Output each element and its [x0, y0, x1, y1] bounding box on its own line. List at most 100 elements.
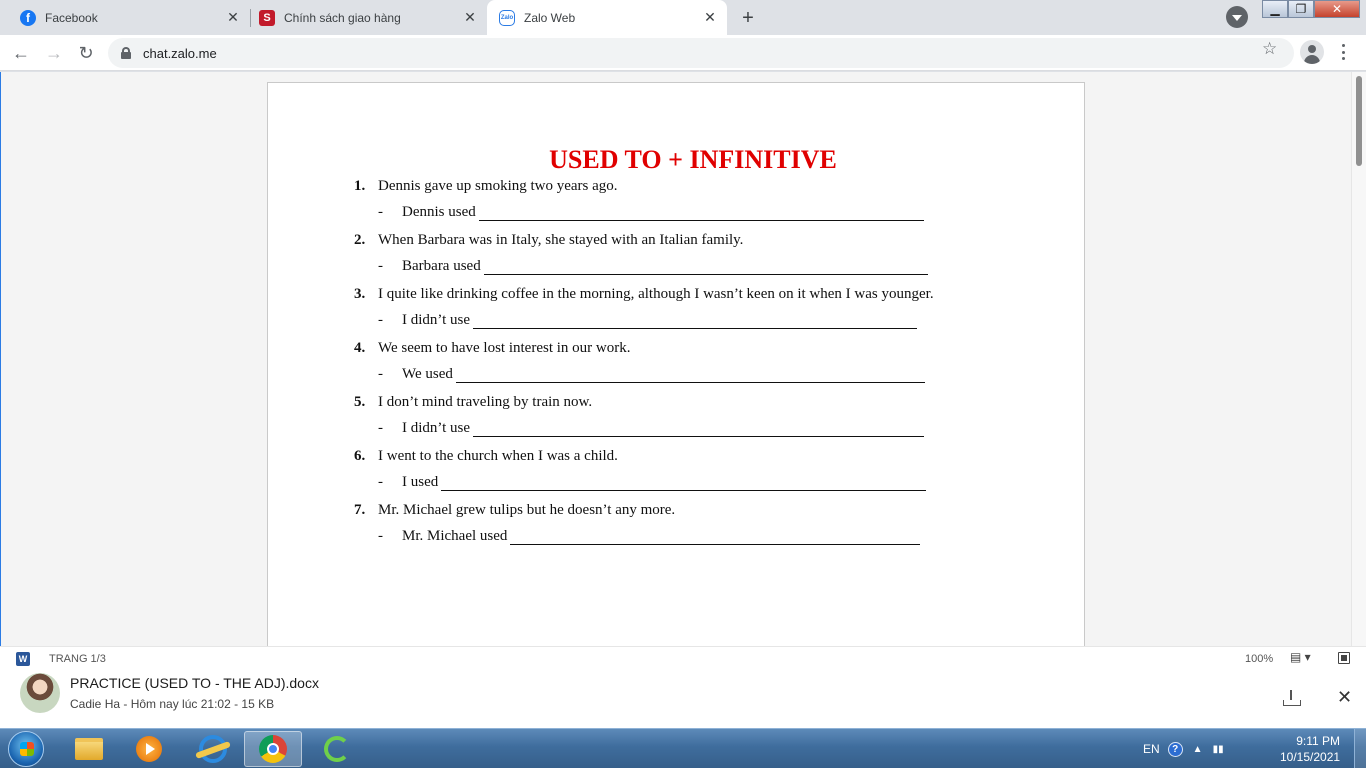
system-tray: EN ? ▲ ▮▮: [1143, 729, 1234, 768]
file-info-bar: PRACTICE (USED TO - THE ADJ).docx Cadie …: [0, 670, 1366, 728]
exercise-item: 1. Dennis gave up smoking two years ago.: [354, 178, 618, 195]
scrollbar-thumb[interactable]: [1356, 76, 1362, 166]
profile-avatar-icon[interactable]: [1300, 40, 1324, 64]
ie-taskbar-button[interactable]: [184, 731, 242, 767]
app-taskbar-button[interactable]: [308, 731, 366, 767]
address-bar[interactable]: chat.zalo.me: [108, 38, 1294, 68]
zalo-icon: Zalo: [499, 9, 515, 26]
close-viewer-icon[interactable]: ✕: [1337, 687, 1352, 708]
item-number: 1.: [354, 178, 366, 194]
answer-line: - I didn’t use: [378, 312, 918, 329]
close-icon[interactable]: ✕: [224, 9, 242, 27]
fullscreen-icon[interactable]: [1337, 651, 1351, 665]
word-doc-icon: W: [16, 652, 30, 666]
answer-blank: [455, 368, 925, 383]
s-brand-icon: S: [259, 9, 275, 26]
language-indicator[interactable]: EN: [1143, 742, 1160, 756]
back-arrow-icon[interactable]: ←: [8, 40, 34, 66]
item-sentence: We seem to have lost interest in our wor…: [378, 340, 631, 356]
answer-line: - We used: [378, 366, 925, 383]
reload-icon[interactable]: ↻: [73, 40, 99, 66]
answer-blank: [441, 476, 927, 491]
answer-dash: -: [378, 258, 383, 274]
start-button[interactable]: [8, 731, 44, 767]
maximize-button[interactable]: ❐: [1288, 0, 1314, 18]
forward-arrow-icon[interactable]: →: [41, 40, 67, 66]
tab-search-icon[interactable]: [1226, 6, 1248, 28]
explorer-taskbar-button[interactable]: [60, 731, 118, 767]
lock-icon[interactable]: [121, 47, 131, 59]
window-close-button[interactable]: ✕: [1314, 0, 1360, 18]
answer-line: - Dennis used: [378, 204, 924, 221]
page-indicator: TRANG 1/3: [49, 653, 106, 665]
item-number: 2.: [354, 232, 366, 248]
view-mode-icon[interactable]: ▤ ▾: [1290, 650, 1311, 664]
document-viewer: USED TO + INFINITIVE 1. Dennis gave up sm…: [0, 72, 1366, 646]
item-number: 3.: [354, 286, 366, 302]
sender-avatar[interactable]: [20, 673, 60, 713]
menu-kebab-icon[interactable]: [1336, 42, 1350, 62]
show-desktop-button[interactable]: [1354, 729, 1366, 768]
tab-title: Chính sách giao hàng: [284, 10, 401, 25]
item-sentence: When Barbara was in Italy, she stayed wi…: [378, 232, 744, 248]
browser-toolbar: ← → ↻ chat.zalo.me ☆: [0, 35, 1366, 71]
answer-prompt: We used: [402, 366, 453, 382]
windows-taskbar: EN ? ▲ ▮▮ 9:11 PM 10/15/2021: [0, 728, 1366, 768]
zoom-level[interactable]: 100%: [1245, 653, 1273, 665]
answer-blank: [473, 422, 925, 437]
answer-blank: [473, 314, 918, 329]
item-number: 6.: [354, 448, 366, 464]
new-tab-button[interactable]: +: [735, 5, 761, 31]
file-name: PRACTICE (USED TO - THE ADJ).docx: [70, 675, 319, 691]
tab-facebook[interactable]: f Facebook ✕: [0, 0, 250, 35]
close-icon[interactable]: ✕: [701, 9, 719, 27]
facebook-icon: f: [20, 9, 36, 26]
answer-dash: -: [378, 204, 383, 220]
help-icon[interactable]: ?: [1167, 741, 1183, 757]
chrome-icon: [259, 735, 287, 763]
exercise-item: 2. When Barbara was in Italy, she stayed …: [354, 232, 743, 249]
tab-zalo-web[interactable]: Zalo Zalo Web ✕: [487, 0, 727, 35]
folder-icon: [75, 738, 103, 760]
minimize-button[interactable]: ▁: [1262, 0, 1288, 18]
file-meta: Cadie Ha - Hôm nay lúc 21:02 - 15 KB: [70, 697, 275, 711]
chrome-taskbar-button[interactable]: [244, 731, 302, 767]
close-icon[interactable]: ✕: [461, 9, 479, 27]
answer-blank: [478, 206, 924, 221]
exercise-item: 3. I quite like drinking coffee in the mo…: [354, 286, 934, 303]
item-number: 7.: [354, 502, 366, 518]
answer-prompt: Dennis used: [402, 204, 476, 220]
exercise-item: 6. I went to the church when I was a chil…: [354, 448, 618, 465]
network-icon[interactable]: ▮▮: [1213, 744, 1224, 755]
answer-line: - I used: [378, 474, 927, 491]
exercise-item: 7. Mr. Michael grew tulips but he doesn’t…: [354, 502, 675, 519]
media-player-icon: [136, 736, 162, 762]
document-title: USED TO + INFINITIVE: [549, 145, 837, 174]
answer-prompt: I didn’t use: [402, 312, 471, 328]
internet-explorer-icon: [199, 735, 227, 763]
answer-dash: -: [378, 528, 383, 544]
answer-prompt: I didn’t use: [402, 420, 471, 436]
green-app-icon: [324, 736, 350, 762]
clock-date: 10/15/2021: [1280, 750, 1341, 764]
download-icon[interactable]: [1282, 689, 1301, 707]
answer-dash: -: [378, 366, 383, 382]
item-number: 4.: [354, 340, 366, 356]
media-player-taskbar-button[interactable]: [120, 731, 178, 767]
exercise-item: 5. I don’t mind traveling by train now.: [354, 394, 592, 411]
document-page: USED TO + INFINITIVE 1. Dennis gave up sm…: [267, 82, 1085, 646]
system-clock[interactable]: 9:11 PM 10/15/2021: [1280, 733, 1340, 765]
item-sentence: Dennis gave up smoking two years ago.: [378, 178, 618, 194]
url-text[interactable]: chat.zalo.me: [143, 46, 217, 61]
show-hidden-icons[interactable]: ▲: [1193, 744, 1203, 755]
browser-tab-strip: f Facebook ✕ S Chính sách giao hàng ✕ Za…: [0, 0, 1366, 35]
item-sentence: I went to the church when I was a child.: [378, 448, 618, 464]
vertical-scrollbar[interactable]: [1351, 72, 1366, 646]
tab-delivery-policy[interactable]: S Chính sách giao hàng ✕: [251, 0, 487, 35]
tab-title: Zalo Web: [524, 10, 576, 25]
item-sentence: I quite like drinking coffee in the morn…: [378, 286, 934, 302]
bookmark-star-icon[interactable]: ☆: [1262, 39, 1277, 59]
answer-prompt: Mr. Michael used: [402, 528, 508, 544]
answer-blank: [483, 260, 928, 275]
answer-line: - Mr. Michael used: [378, 528, 921, 545]
